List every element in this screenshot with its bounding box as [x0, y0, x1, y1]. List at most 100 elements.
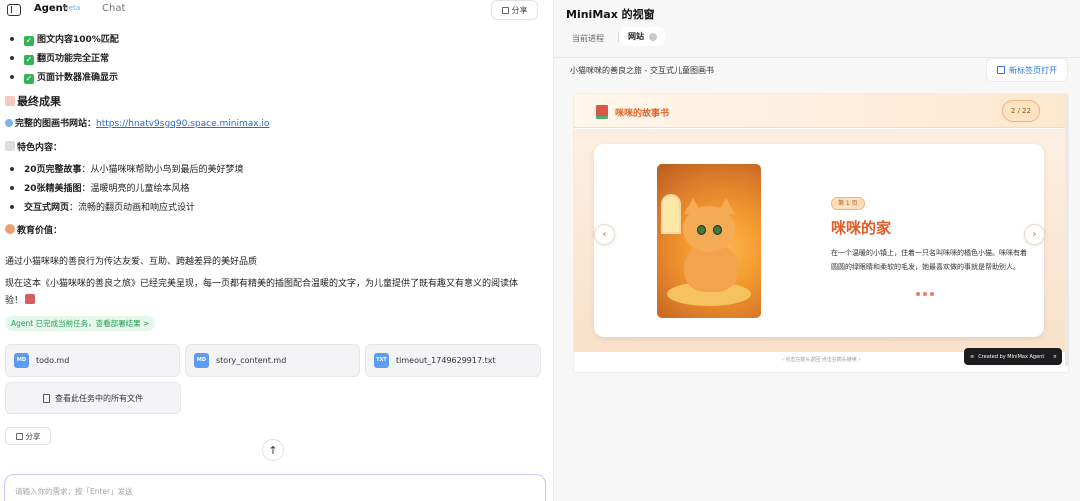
book-title: 咪咪的故事书	[615, 109, 670, 119]
bullet	[10, 37, 14, 41]
globe-icon	[5, 119, 13, 127]
feature-desc: ：从小猫咪咪帮助小鸟到最后的美好梦境	[81, 165, 244, 175]
created-by-label: Created by MiniMax Agent	[978, 353, 1045, 360]
paragraph-values: 通过小猫咪咪的善良行为传达友爱、互助、跨越差异的美好品质	[5, 257, 258, 267]
chevron-right-icon: ›	[1032, 229, 1037, 240]
site-label: 完整的图画书网站：	[15, 119, 97, 129]
checklist-text: 图文内容100%匹配	[37, 35, 119, 45]
task-complete-pill[interactable]: Agent 已完成当前任务，查看部署结果 >	[5, 316, 156, 331]
site-link[interactable]: https://hnatv9sgq90.space.minimax.io	[96, 119, 269, 129]
final-heading-text: 最终成果	[17, 95, 61, 108]
paragraph-summary-tail: 验！	[5, 296, 24, 306]
file-name: timeout_1749629917.txt	[396, 356, 496, 365]
view-all-files-button[interactable]: 查看此任务中的所有文件	[5, 382, 181, 414]
tab-agent[interactable]: Agent	[34, 3, 68, 14]
open-new-tab-label: 新标签页打开	[1009, 65, 1057, 75]
share-icon	[501, 6, 509, 14]
features-heading-text: 特色内容：	[17, 143, 63, 153]
window-shape	[661, 194, 681, 234]
final-heading: 最终成果	[5, 93, 61, 109]
feature-desc: ：温暖明亮的儿童绘本风格	[81, 184, 190, 194]
feature-title: 20张精美插图	[24, 184, 82, 194]
edu-heading-text: 教育价值：	[17, 226, 63, 236]
beta-badge: Beta	[64, 4, 81, 12]
sidebar-toggle-icon[interactable]	[7, 4, 21, 16]
created-by-badge[interactable]: ≋ Created by MiniMax Agent ×	[964, 348, 1062, 365]
bullet	[10, 205, 14, 209]
story-text: 在一个温暖的小镇上，住着一只名叫咪咪的橘色小猫。咪咪有着圆圆的绿眼睛和柔软的毛发…	[831, 249, 1027, 271]
tab-website[interactable]: 网站	[620, 27, 665, 46]
feature-item: 20张精美插图：温暖明亮的儿童绘本风格	[24, 181, 190, 194]
page-title: 小猫咪咪的善良之旅 - 交互式儿童图画书	[570, 66, 714, 75]
check-icon: ✓	[24, 74, 34, 84]
file-card[interactable]: MD story_content.md	[185, 344, 360, 377]
website-preview: 咪咪的故事书 2 / 22 第 1 页 咪咪的家 在一个温暖的小镇上，住着一只名…	[574, 94, 1068, 372]
arrow-up-icon: ↑	[268, 443, 278, 457]
view-all-files-label: 查看此任务中的所有文件	[55, 393, 143, 403]
book-page-card: 第 1 页 咪咪的家 在一个温暖的小镇上，住着一只名叫咪咪的橘色小猫。咪咪有着圆…	[594, 144, 1044, 337]
books-heart-icon	[25, 294, 36, 304]
viewer-title: MiniMax 的视窗	[566, 8, 655, 21]
features-heading: 特色内容：	[5, 140, 62, 153]
file-name: todo.md	[36, 356, 70, 365]
share-label: 分享	[511, 5, 528, 15]
bullet	[10, 75, 14, 79]
bullet	[10, 186, 14, 190]
paragraph-summary-end: 验！	[5, 293, 37, 306]
story-title: 咪咪的家	[831, 219, 892, 237]
file-card[interactable]: TXT timeout_1749629917.txt	[365, 344, 541, 377]
cat-illustration	[657, 164, 761, 318]
bullet	[10, 167, 14, 171]
trophy-icon	[5, 96, 15, 106]
feature-item: 交互式网页：流畅的翻页动画和响应式设计	[24, 200, 195, 213]
external-link-icon	[997, 66, 1005, 74]
open-new-tab-button[interactable]: 新标签页打开	[986, 58, 1068, 82]
tab-website-label: 网站	[628, 32, 644, 41]
book-icon	[5, 141, 15, 151]
close-icon[interactable]: ×	[1053, 354, 1057, 360]
check-icon: ✓	[24, 36, 34, 46]
tab-chat[interactable]: Chat	[102, 3, 125, 14]
book-stage: 第 1 页 咪咪的家 在一个温暖的小镇上，住着一只名叫咪咪的橘色小猫。咪咪有着圆…	[574, 129, 1068, 352]
md-file-icon: MD	[14, 353, 29, 368]
feature-title: 交互式网页	[24, 203, 70, 213]
scroll-to-bottom-button[interactable]: ↑	[262, 439, 284, 461]
file-card[interactable]: MD todo.md	[5, 344, 180, 377]
feature-title: 20页完整故事	[24, 165, 82, 175]
close-tab-icon[interactable]	[649, 32, 657, 41]
file-name: story_content.md	[216, 356, 287, 365]
checklist-item: ✓ 翻页功能完全正常	[24, 51, 109, 65]
tab-current-process[interactable]: 当前进程	[572, 33, 604, 44]
share-button[interactable]: 分享	[491, 0, 538, 20]
cat-head-shape	[683, 206, 735, 252]
tab-divider	[618, 32, 619, 43]
share-label: 分享	[25, 431, 41, 441]
txt-file-icon: TXT	[374, 353, 389, 368]
bullet	[10, 56, 14, 60]
share-button-bottom[interactable]: 分享	[5, 427, 51, 445]
check-icon: ✓	[24, 55, 34, 65]
page-badge: 第 1 页	[831, 197, 865, 210]
page-counter: 2 / 22	[1002, 100, 1040, 122]
share-icon	[15, 432, 23, 440]
edu-heading: 教育价值：	[5, 223, 62, 236]
decorative-dots	[916, 292, 934, 296]
prev-page-button[interactable]: ‹	[594, 224, 615, 245]
target-icon	[5, 224, 15, 234]
message-input-placeholder: 请输入你的需求，按「Enter」发送	[15, 487, 133, 496]
chat-pane: Agent Beta Chat 分享 ✓ 图文内容100%匹配 ✓ 翻页功能完全正常…	[0, 0, 553, 501]
md-file-icon: MD	[194, 353, 209, 368]
checklist-item: ✓ 图文内容100%匹配	[24, 32, 119, 46]
chevron-left-icon: ‹	[602, 229, 607, 240]
top-bar: Agent Beta Chat 分享	[0, 0, 553, 22]
message-input[interactable]: 请输入你的需求，按「Enter」发送	[4, 474, 546, 501]
books-icon	[596, 105, 608, 116]
minimax-logo-icon: ≋	[970, 353, 975, 360]
preview-scrollbar[interactable]	[1065, 96, 1069, 366]
document-icon	[43, 393, 50, 403]
cat-eye-shape	[713, 225, 722, 235]
site-line: 完整的图画书网站：https://hnatv9sgq90.space.minim…	[5, 116, 269, 129]
book-header: 咪咪的故事书 2 / 22	[574, 94, 1068, 128]
feature-item: 20页完整故事：从小猫咪咪帮助小鸟到最后的美好梦境	[24, 162, 244, 175]
next-page-button[interactable]: ›	[1024, 224, 1045, 245]
